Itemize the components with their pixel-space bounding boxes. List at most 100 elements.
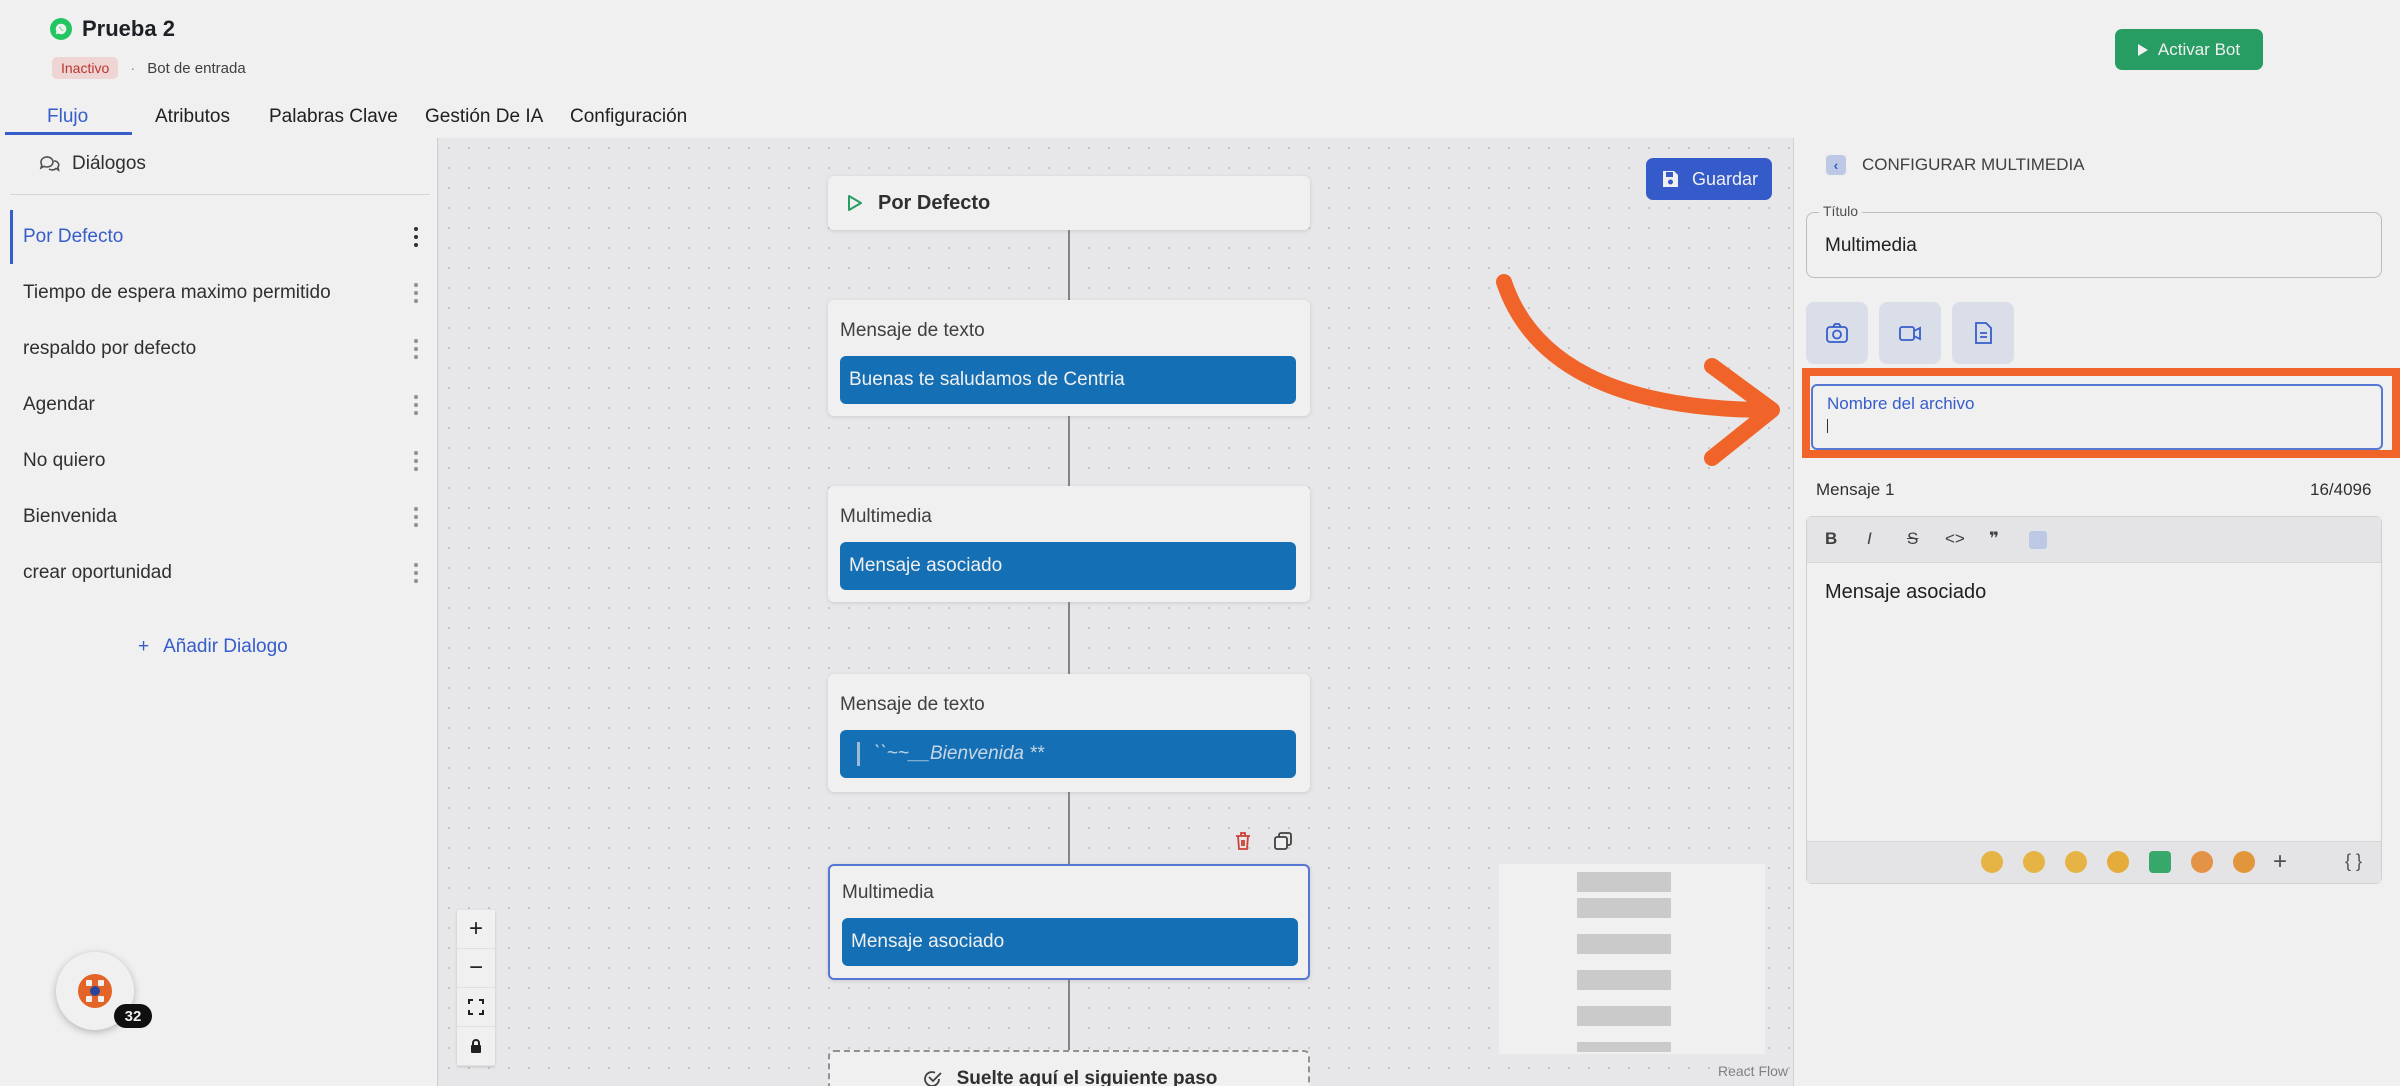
tab-atributos[interactable]: Atributos [155,106,230,136]
filename-input[interactable]: Nombre del archivo [1811,384,2383,450]
drop-zone[interactable]: Suelte aquí el siguiente paso [828,1050,1310,1086]
text-cursor [1827,419,1828,433]
node-message: Mensaje asociado [840,542,1296,590]
dialogs-header: Diálogos [38,153,146,175]
flow-node-multimedia[interactable]: Multimedia Mensaje asociado [828,486,1310,602]
more-options-icon[interactable] [414,563,418,583]
bold-icon[interactable]: B [1825,529,1837,549]
message-editor[interactable]: B I S <> ❞ Mensaje asociado + { } [1806,516,2382,884]
chat-bubbles-icon [39,156,60,172]
trash-icon[interactable] [1232,830,1254,852]
play-outline-icon [848,195,862,211]
more-options-icon[interactable] [414,339,418,359]
more-options-icon[interactable] [414,227,418,247]
video-icon [1899,326,1921,341]
title-field[interactable]: Título Multimedia [1806,203,2382,278]
editor-toolbar: B I S <> ❞ [1807,517,2381,563]
bot-name: Prueba 2 [82,16,175,41]
sidebar-item-bienvenida[interactable]: Bienvenida [10,490,426,544]
activate-bot-button[interactable]: Activar Bot [2115,29,2263,70]
code-icon[interactable]: <> [1945,529,1965,549]
insert-variable-icon[interactable]: { } [2345,851,2362,872]
lock-button[interactable] [457,1027,495,1066]
camera-icon [1826,323,1848,343]
character-counter: 16/4096 [2310,480,2372,499]
node-title: Multimedia [840,506,932,527]
image-upload-button[interactable] [1806,302,1868,364]
edge [1068,230,1070,300]
sidebar-item-label: Tiempo de espera maximo permitido [23,282,331,303]
more-options-icon[interactable] [414,395,418,415]
node-actions [1232,830,1294,852]
save-button[interactable]: Guardar [1646,158,1772,200]
divider [10,194,430,195]
status-badge: Inactivo [52,57,119,79]
drop-zone-label: Suelte aquí el siguiente paso [956,1068,1218,1086]
strikethrough-icon[interactable]: S [1907,529,1918,549]
more-options-icon[interactable] [414,283,418,303]
node-message: ``~~__Bienvenida ** [840,730,1296,778]
react-flow-attribution[interactable]: React Flow [1718,1063,1788,1079]
tab-palabras-clave[interactable]: Palabras Clave [269,106,398,136]
video-upload-button[interactable] [1879,302,1941,364]
tab-configuracion[interactable]: Configuración [570,106,687,136]
edge [1068,980,1070,1050]
start-node[interactable]: Por Defecto [828,176,1310,230]
node-title: Multimedia [842,882,934,903]
emoji-pointing-icon[interactable] [1981,851,2003,873]
tab-bar: Flujo Atributos Palabras Clave Gestión D… [0,100,2400,138]
emoji-raised-hands-icon[interactable] [2065,851,2087,873]
emoji-smile-icon[interactable] [2191,851,2213,873]
bot-title: Prueba 2 [50,16,175,42]
add-dialog-label: Añadir Dialogo [163,636,288,657]
emoji-check-icon[interactable] [2149,851,2171,873]
flow-node-text-message[interactable]: Mensaje de texto ``~~__Bienvenida ** [828,674,1310,792]
sidebar-item-label: Bienvenida [23,506,118,527]
brand-logo-icon [78,974,112,1008]
sidebar-item-agendar[interactable]: Agendar [10,378,426,432]
emoji-medal-icon[interactable] [2107,851,2129,873]
flow-node-multimedia-selected[interactable]: Multimedia Mensaje asociado [828,864,1310,980]
quote-icon[interactable]: ❞ [1989,529,1999,549]
sidebar-item-tiempo-espera[interactable]: Tiempo de espera maximo permitido [10,266,426,320]
zoom-in-button[interactable]: + [457,910,495,949]
more-options-icon[interactable] [414,507,418,527]
document-icon [1975,322,1992,344]
node-message: Buenas te saludamos de Centria [840,356,1296,404]
notification-count-badge: 32 [114,1004,152,1028]
drop-icon [923,1071,942,1086]
floppy-disk-icon [1662,171,1678,187]
message-label: Mensaje 1 [1816,480,1895,499]
flow-node-text-message[interactable]: Mensaje de texto Buenas te saludamos de … [828,300,1310,416]
collapse-panel-icon[interactable]: ‹ [1826,155,1846,175]
emoji-laugh-icon[interactable] [2233,851,2255,873]
copy-icon[interactable] [1272,830,1294,852]
zoom-out-button[interactable]: − [457,949,495,988]
more-options-icon[interactable] [414,451,418,471]
sidebar-item-no-quiero[interactable]: No quiero [10,434,426,488]
italic-icon[interactable]: I [1867,529,1872,549]
sidebar-item-por-defecto[interactable]: Por Defecto [10,210,426,264]
add-emoji-icon[interactable]: + [2273,848,2287,876]
document-upload-button[interactable] [1952,302,2014,364]
sidebar-item-respaldo[interactable]: respaldo por defecto [10,322,426,376]
variable-icon[interactable] [2029,531,2047,549]
edge [1068,416,1070,486]
node-message: Mensaje asociado [842,918,1298,966]
minimap[interactable] [1499,864,1765,1054]
node-title: Mensaje de texto [840,694,985,715]
filename-label: Nombre del archivo [1827,394,1975,413]
fit-view-button[interactable] [457,988,495,1027]
active-tab-indicator [5,132,132,135]
emoji-thumbs-up-icon[interactable] [2023,851,2045,873]
sidebar-item-label: Por Defecto [23,226,124,247]
curved-arrow-annotation [1496,274,1780,466]
tab-gestion-ia[interactable]: Gestión De IA [425,106,543,136]
sidebar-item-crear-oportunidad[interactable]: crear oportunidad [10,546,426,600]
add-dialog-button[interactable]: + Añadir Dialogo [138,636,288,658]
lock-icon [471,1039,481,1053]
dialogs-sidebar: Diálogos Por Defecto Tiempo de espera ma… [0,138,438,1086]
node-title: Mensaje de texto [840,320,985,341]
play-icon [2137,43,2148,56]
emoji-bar: + { } [1807,841,2381,883]
